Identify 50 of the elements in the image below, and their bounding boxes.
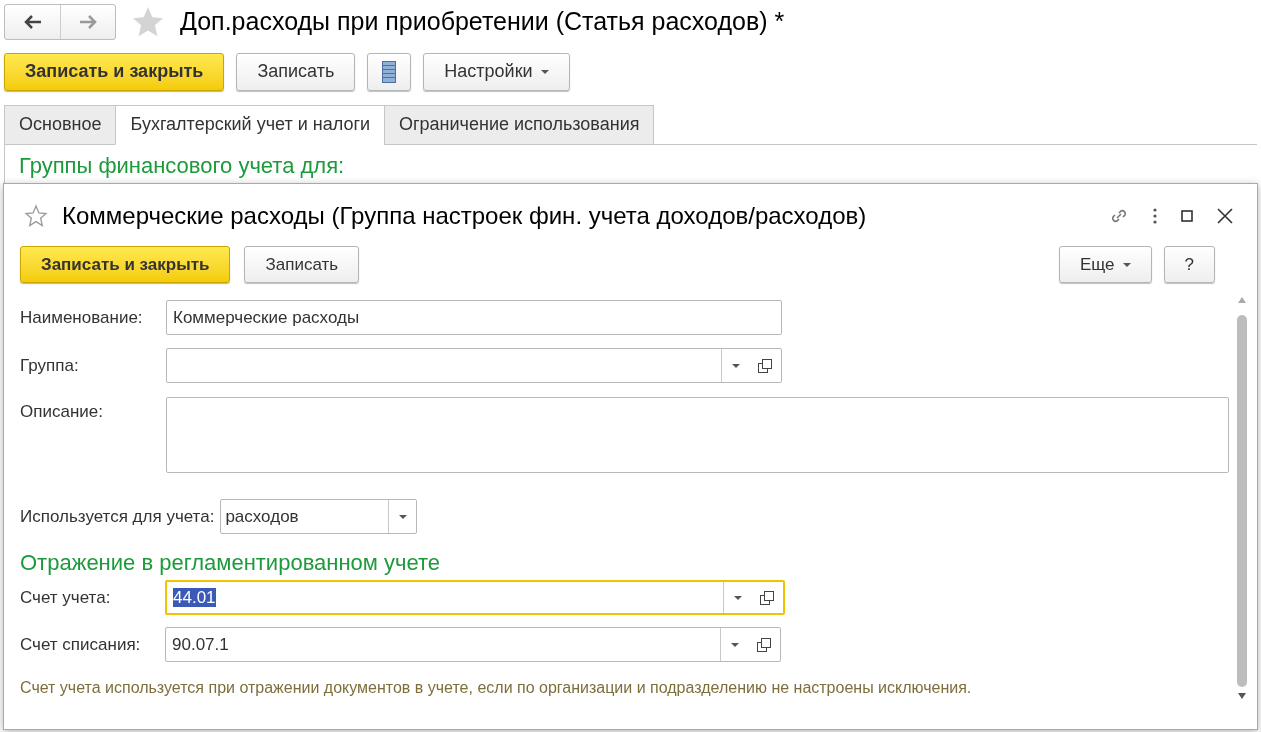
field-label: Используется для учета: — [20, 505, 215, 528]
arrow-right-icon — [79, 14, 97, 29]
arrow-left-icon — [23, 14, 42, 29]
caret-icon — [733, 595, 742, 600]
dialog-title: Коммерческие расходы (Группа настроек фин. учета доходов/расходов) — [62, 201, 868, 231]
field-label: Счет списания: — [20, 633, 142, 656]
maximize-icon[interactable] — [1181, 210, 1193, 222]
star-icon[interactable] — [24, 204, 48, 228]
tab[interactable]: Ограничение использования — [384, 104, 655, 145]
open-icon — [757, 637, 771, 652]
tab[interactable]: Бухгалтерский учет и налоги — [115, 104, 385, 145]
reference-field[interactable]: 44.01 — [165, 580, 785, 615]
reference-field[interactable] — [166, 348, 782, 383]
field-label: Наименование: — [20, 306, 144, 329]
name-field[interactable]: Коммерческие расходы — [166, 300, 782, 335]
caret-icon — [540, 69, 549, 74]
save-and-close-button[interactable]: Записать и закрыть — [4, 52, 225, 91]
section-heading: Группы финансового учета для: — [18, 151, 346, 180]
field-label: Группа: — [20, 354, 80, 377]
save-button[interactable]: ? — [1163, 246, 1215, 283]
list-button[interactable] — [367, 52, 412, 91]
more-icon[interactable] — [1153, 208, 1157, 224]
select-value: расходов — [224, 505, 300, 528]
field-value: 44.01 — [173, 587, 216, 607]
section-heading: Отражение в регламентированном учете — [20, 549, 442, 577]
save-button[interactable]: Записать — [236, 52, 356, 91]
hint-text: Счет учета используется при отражении документов в учете, если по организации и подразделению не настроены исключения. — [20, 678, 973, 698]
field-label: Счет учета: — [20, 586, 112, 609]
window-title: Доп.расходы при приобретении (Статья расходов) * — [180, 6, 785, 37]
list-icon — [382, 60, 397, 83]
close-icon[interactable] — [1217, 208, 1233, 224]
scroll-up-icon[interactable] — [1238, 297, 1246, 303]
open-icon — [758, 358, 772, 373]
field-value: 90.07.1 — [172, 634, 229, 654]
caret-icon — [398, 514, 407, 519]
reference-field[interactable]: 90.07.1 — [165, 627, 781, 662]
field-label: Описание: — [20, 401, 104, 423]
usage-select[interactable]: расходов — [220, 499, 418, 534]
scroll-down-icon[interactable] — [1238, 693, 1246, 699]
caret-icon — [730, 642, 739, 647]
menu-button[interactable]: Еще — [1058, 246, 1152, 283]
save-button[interactable]: Записать — [244, 246, 360, 283]
menu-button[interactable]: Настройки — [423, 52, 570, 91]
save-and-close-button[interactable]: Записать и закрыть — [20, 246, 231, 283]
open-icon — [760, 590, 774, 605]
field-value: Коммерческие расходы — [173, 306, 360, 329]
caret-icon — [731, 363, 740, 368]
caret-icon — [1122, 262, 1131, 267]
tab[interactable]: Основное — [4, 104, 117, 145]
description-field[interactable] — [166, 397, 1229, 473]
